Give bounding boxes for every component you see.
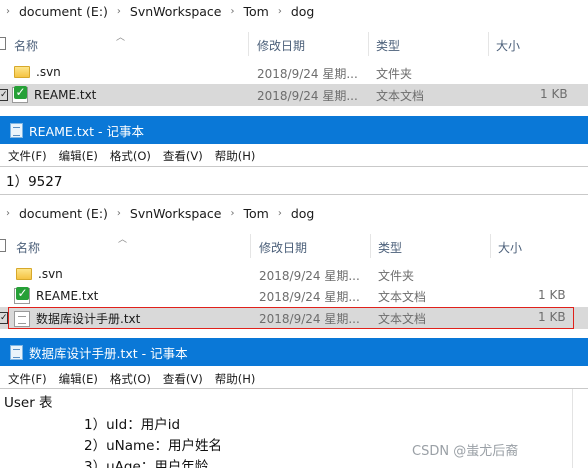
file-date: 2018/9/24 星期... <box>259 290 360 304</box>
column-name[interactable]: 名称 <box>14 37 38 54</box>
breadcrumb-item-drive[interactable]: document (E:) <box>19 206 108 221</box>
menu-view[interactable]: 查看(V) <box>163 148 203 164</box>
file-name: 数据库设计手册.txt <box>36 312 141 326</box>
folder-icon <box>14 66 30 78</box>
menu-help[interactable]: 帮助(H) <box>215 148 256 164</box>
menu-file[interactable]: 文件(F) <box>8 371 47 387</box>
file-date: 2018/9/24 星期... <box>257 67 358 81</box>
editor-line: 1）9527 <box>6 174 63 190</box>
select-all-checkbox[interactable] <box>0 239 6 252</box>
column-name[interactable]: 名称 <box>16 239 40 256</box>
column-type[interactable]: 类型 <box>376 37 400 54</box>
column-type[interactable]: 类型 <box>378 239 402 256</box>
column-divider[interactable] <box>250 234 251 258</box>
menu-edit[interactable]: 编辑(E) <box>59 148 98 164</box>
file-type: 文本文档 <box>378 290 427 304</box>
column-date[interactable]: 修改日期 <box>257 37 305 54</box>
column-divider[interactable] <box>370 234 371 258</box>
breadcrumb: › document (E:) › SvnWorkspace › Tom › d… <box>0 0 588 22</box>
breadcrumb-item-tom[interactable]: Tom <box>243 206 268 221</box>
column-header: ︿ 名称 修改日期 类型 大小 <box>0 32 588 56</box>
row-checkbox[interactable]: ✓ <box>0 89 8 101</box>
editor-line: 3）uAge：用户年龄 <box>84 459 209 468</box>
breadcrumb-item-dog[interactable]: dog <box>291 206 315 221</box>
breadcrumb-item-workspace[interactable]: SvnWorkspace <box>130 4 222 19</box>
text-file-icon <box>14 310 30 327</box>
window-title: REAME.txt - 记事本 <box>29 123 144 139</box>
scrollbar[interactable] <box>572 389 573 468</box>
breadcrumb: › document (E:) › SvnWorkspace › Tom › d… <box>0 202 588 224</box>
select-all-checkbox[interactable] <box>0 37 6 50</box>
notepad-icon <box>10 344 23 360</box>
svn-ok-icon <box>14 287 30 304</box>
menu-file[interactable]: 文件(F) <box>8 148 47 164</box>
file-size: 1 KB <box>538 310 566 324</box>
file-type: 文件夹 <box>378 269 415 283</box>
chevron-right-icon[interactable]: › <box>6 208 10 219</box>
menu-view[interactable]: 查看(V) <box>163 371 203 387</box>
chevron-right-icon[interactable]: › <box>278 6 282 17</box>
file-row-reame[interactable]: REAME.txt 2018/9/24 星期... 文本文档 1 KB <box>0 285 588 307</box>
file-type: 文件夹 <box>376 67 413 81</box>
sort-up-icon: ︿ <box>116 33 126 43</box>
column-date[interactable]: 修改日期 <box>259 239 307 256</box>
file-name: .svn <box>36 65 61 79</box>
file-row-svn[interactable]: .svn 2018/9/24 星期... 文件夹 <box>0 62 588 84</box>
file-date: 2018/9/24 星期... <box>259 269 360 283</box>
column-header: ︿ 名称 修改日期 类型 大小 <box>0 234 588 258</box>
chevron-right-icon[interactable]: › <box>6 6 10 17</box>
file-type: 文本文档 <box>376 89 425 103</box>
file-date: 2018/9/24 星期... <box>259 312 360 326</box>
menu-bar: 文件(F) 编辑(E) 格式(O) 查看(V) 帮助(H) <box>0 147 588 165</box>
notepad-icon <box>10 122 23 138</box>
file-row-db-manual[interactable]: ✓ 数据库设计手册.txt 2018/9/24 星期... 文本文档 1 KB <box>0 307 588 329</box>
menu-edit[interactable]: 编辑(E) <box>59 371 98 387</box>
editor-line: 2）uName：用户姓名 <box>84 438 222 454</box>
chevron-right-icon[interactable]: › <box>230 208 234 219</box>
editor-line: 1）uId：用户id <box>84 417 181 433</box>
menu-format[interactable]: 格式(O) <box>110 371 151 387</box>
file-name: .svn <box>38 267 63 281</box>
sort-up-icon: ︿ <box>118 235 128 245</box>
file-name: REAME.txt <box>34 88 97 102</box>
column-divider[interactable] <box>368 32 369 56</box>
column-divider[interactable] <box>248 32 249 56</box>
column-size[interactable]: 大小 <box>496 37 520 54</box>
menu-help[interactable]: 帮助(H) <box>215 371 256 387</box>
file-date: 2018/9/24 星期... <box>257 89 358 103</box>
column-size[interactable]: 大小 <box>498 239 522 256</box>
watermark: CSDN @蚩尤后裔 <box>412 444 519 459</box>
chevron-right-icon[interactable]: › <box>230 6 234 17</box>
svn-ok-icon <box>12 86 28 103</box>
breadcrumb-item-workspace[interactable]: SvnWorkspace <box>130 206 222 221</box>
folder-icon <box>16 268 32 280</box>
breadcrumb-item-drive[interactable]: document (E:) <box>19 4 108 19</box>
menu-bar: 文件(F) 编辑(E) 格式(O) 查看(V) 帮助(H) <box>0 370 588 388</box>
chevron-right-icon[interactable]: › <box>117 208 121 219</box>
column-divider[interactable] <box>490 234 491 258</box>
file-size: 1 KB <box>538 288 566 302</box>
file-name: REAME.txt <box>36 289 99 303</box>
window-title: 数据库设计手册.txt - 记事本 <box>29 345 188 361</box>
row-checkbox[interactable]: ✓ <box>0 312 8 324</box>
breadcrumb-item-dog[interactable]: dog <box>291 4 315 19</box>
column-divider[interactable] <box>488 32 489 56</box>
file-row-reame[interactable]: ✓ REAME.txt 2018/9/24 星期... 文本文档 1 KB <box>0 84 588 106</box>
editor-line: User 表 <box>4 395 53 411</box>
divider <box>0 194 588 195</box>
notepad-title-bar[interactable]: 数据库设计手册.txt - 记事本 <box>0 338 588 366</box>
chevron-right-icon[interactable]: › <box>117 6 121 17</box>
breadcrumb-item-tom[interactable]: Tom <box>243 4 268 19</box>
chevron-right-icon[interactable]: › <box>278 208 282 219</box>
menu-format[interactable]: 格式(O) <box>110 148 151 164</box>
notepad-title-bar[interactable]: REAME.txt - 记事本 <box>0 116 588 144</box>
text-editor[interactable]: 1）9527 <box>0 167 588 193</box>
file-size: 1 KB <box>540 87 568 101</box>
file-row-svn[interactable]: .svn 2018/9/24 星期... 文件夹 <box>0 264 588 286</box>
file-type: 文本文档 <box>378 312 427 326</box>
